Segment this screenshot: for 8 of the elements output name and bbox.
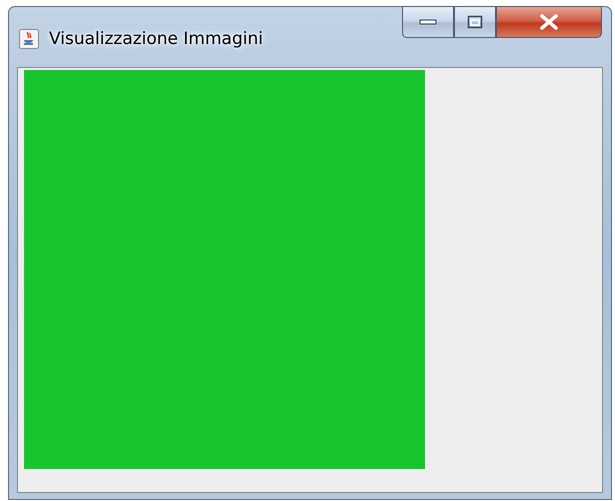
close-icon [539,14,559,30]
maximize-icon [467,15,483,29]
maximize-button[interactable] [454,6,496,38]
cup-icon [19,29,39,49]
window-title: Visualizzazione Immagini [49,29,263,49]
close-button[interactable] [496,6,602,38]
minimize-icon [419,19,437,25]
minimize-button[interactable] [402,6,454,38]
